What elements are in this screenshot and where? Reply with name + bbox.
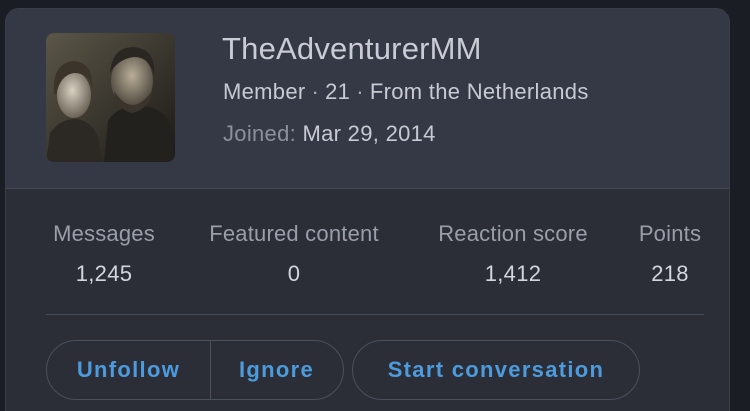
start-conversation-button[interactable]: Start conversation [352, 340, 640, 400]
stat-featured-content[interactable]: Featured content 0 [196, 221, 392, 287]
stat-value: 218 [651, 261, 689, 286]
member-meta: Member · 21 · From the Netherlands [223, 79, 589, 105]
joined-date: Mar 29, 2014 [302, 121, 436, 146]
stat-value: 1,245 [75, 261, 133, 286]
stat-messages[interactable]: Messages 1,245 [46, 221, 162, 287]
member-age: 21 [325, 79, 351, 104]
member-header: TheAdventurerMM Member · 21 · From the Nethe… [6, 9, 729, 189]
stat-value: 1,412 [484, 261, 542, 286]
stat-reaction-score[interactable]: Reaction score 1,412 [427, 221, 599, 287]
username-link[interactable]: TheAdventurerMM [222, 31, 482, 67]
stat-points[interactable]: Points 218 [632, 221, 708, 287]
joined-info: Joined: Mar 29, 2014 [223, 121, 436, 147]
ignore-button[interactable]: Ignore [211, 341, 342, 399]
member-role: Member [223, 79, 306, 104]
joined-label: Joined: [223, 121, 297, 146]
separator: · [311, 79, 320, 104]
stat-label: Messages [53, 221, 155, 246]
member-tooltip-card: TheAdventurerMM Member · 21 · From the Nethe… [5, 8, 730, 411]
stat-value: 0 [287, 261, 301, 286]
separator: · [356, 79, 364, 104]
stat-label: Points [638, 221, 702, 246]
stat-label: Featured content [209, 221, 379, 246]
avatar-image [46, 33, 175, 162]
member-location: From the Netherlands [369, 79, 589, 104]
unfollow-button[interactable]: Unfollow [47, 341, 211, 399]
stat-label: Reaction score [438, 221, 588, 246]
avatar[interactable] [46, 33, 175, 162]
divider [46, 314, 704, 315]
follow-ignore-group: Unfollow Ignore [46, 340, 344, 400]
